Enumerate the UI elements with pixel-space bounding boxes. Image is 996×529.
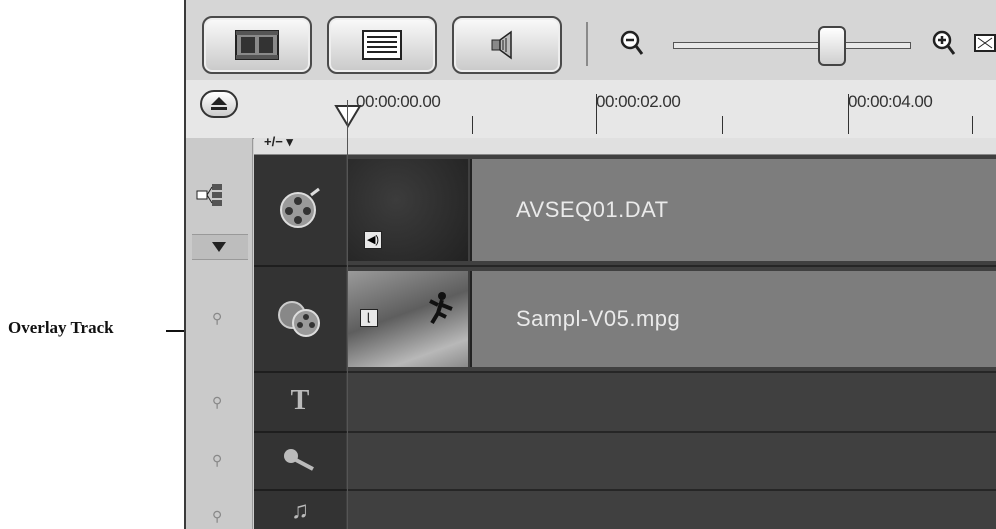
timeline-tracks-area[interactable]: ◀) AVSEQ01.DAT ⌊ Sampl-V05.mpg	[346, 155, 996, 529]
track-manager-icon[interactable]	[196, 182, 228, 208]
video-track-header[interactable]	[254, 155, 346, 267]
video-editor-timeline: 00:00:00.00 00:00:02.00 00:00:04.00 ⚲ ⚲	[184, 0, 996, 529]
ruler-minor-tick	[972, 116, 973, 134]
clip-thumbnail: ◀)	[348, 159, 468, 261]
lock-icon[interactable]: ⚲	[212, 452, 222, 469]
ruler-major-tick	[596, 94, 597, 134]
track-options-panel: ⚲ ⚲ ⚲ ⚲	[186, 138, 253, 529]
speaker-icon	[491, 30, 512, 60]
overlay-clip[interactable]: Sampl-V05.mpg	[470, 271, 996, 367]
timeline-view-button[interactable]	[327, 16, 437, 74]
add-remove-track-button[interactable]: +/− ▾	[264, 134, 293, 150]
clip-name: AVSEQ01.DAT	[516, 197, 669, 222]
timeline-list-icon	[362, 30, 402, 60]
music-note-icon: ♫	[291, 497, 309, 524]
track-header-bar	[254, 138, 996, 155]
timecode-label: 00:00:04.00	[848, 92, 933, 111]
zoom-slider-thumb[interactable]	[818, 26, 846, 66]
video-track-lane[interactable]: ◀) AVSEQ01.DAT	[346, 155, 996, 267]
ruler-minor-tick	[722, 116, 723, 134]
playhead-line	[347, 100, 348, 529]
zoom-in-icon[interactable]	[932, 30, 956, 56]
voice-track-lane[interactable]	[346, 433, 996, 491]
expand-tracks-button[interactable]	[192, 234, 248, 260]
clip-thumbnail: ⌊	[348, 271, 468, 367]
snowboarder-figure	[429, 292, 453, 325]
zoom-slider-track[interactable]	[673, 42, 911, 49]
video-clip[interactable]: AVSEQ01.DAT	[470, 159, 996, 261]
zoom-out-icon[interactable]	[620, 30, 644, 56]
lock-icon[interactable]: ⚲	[212, 394, 222, 411]
overlay-frame-icon: ⌊	[360, 309, 378, 327]
lock-icon[interactable]: ⚲	[212, 508, 222, 525]
audio-view-button[interactable]	[452, 16, 562, 74]
film-reel-icon	[280, 187, 320, 228]
microphone-icon	[284, 449, 314, 471]
overlay-reels-icon	[278, 301, 320, 337]
track-header-column: T ♫	[254, 155, 346, 529]
lock-icon[interactable]: ⚲	[212, 310, 222, 327]
overlay-track-header[interactable]	[254, 267, 346, 373]
playhead-marker[interactable]	[334, 104, 362, 128]
ruler-minor-tick	[472, 116, 473, 134]
timecode-label: 00:00:00.00	[356, 92, 441, 111]
storyboard-icon	[235, 30, 279, 60]
toolbar-separator	[586, 22, 588, 66]
music-track-header[interactable]: ♫	[254, 491, 346, 529]
clip-name: Sampl-V05.mpg	[516, 306, 681, 331]
title-track-header[interactable]: T	[254, 373, 346, 433]
title-track-lane[interactable]	[346, 373, 996, 433]
overlay-track-lane[interactable]: ⌊ Sampl-V05.mpg	[346, 267, 996, 373]
triangle-down-icon	[212, 242, 226, 252]
storyboard-view-button[interactable]	[202, 16, 312, 74]
voice-track-header[interactable]	[254, 433, 346, 491]
eject-button[interactable]	[200, 90, 238, 118]
time-ruler[interactable]: 00:00:00.00 00:00:02.00 00:00:04.00	[186, 80, 996, 139]
overlay-track-callout: Overlay Track	[8, 318, 114, 337]
title-t-icon: T	[290, 385, 310, 416]
audio-speaker-icon: ◀)	[364, 231, 382, 249]
timecode-label: 00:00:02.00	[596, 92, 681, 111]
eject-icon	[211, 97, 227, 110]
ruler-major-tick	[848, 94, 849, 134]
timeline-toolbar	[186, 0, 996, 82]
music-track-lane[interactable]	[346, 491, 996, 529]
fit-window-icon[interactable]	[974, 34, 996, 52]
